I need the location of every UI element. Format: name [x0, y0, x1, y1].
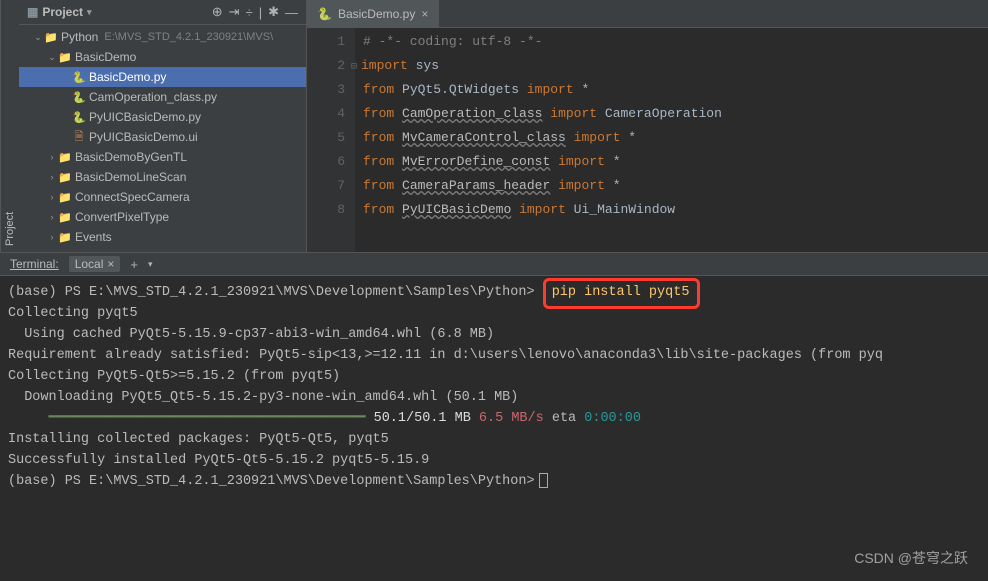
gutter: 12345678	[307, 28, 355, 252]
code-line[interactable]: # -*- coding: utf-8 -*-	[363, 30, 988, 54]
python-icon: 🐍	[71, 91, 87, 104]
tree-item-label: ConnectSpecCamera	[73, 190, 190, 204]
tree-item-label: ConvertPixelType	[73, 210, 169, 224]
chevron-down-icon[interactable]: ⌄	[47, 52, 57, 63]
project-panel-title[interactable]: ▦ Project ▾	[27, 5, 92, 19]
terminal-tab[interactable]: Local ×	[69, 256, 121, 272]
line-number: 5	[307, 126, 345, 150]
tree-item[interactable]: ⌄📁BasicDemo	[19, 47, 306, 67]
tree-item-label: BasicDemoLineScan	[73, 170, 186, 184]
folder-icon: 📁	[57, 171, 73, 184]
add-terminal-icon[interactable]: +	[130, 257, 138, 272]
target-icon[interactable]: ⊕	[212, 4, 223, 20]
tree-item-label: BasicDemo	[73, 50, 136, 64]
chevron-right-icon[interactable]: ›	[47, 192, 57, 202]
tree-item-label: Events	[73, 230, 112, 244]
terminal-title[interactable]: Terminal:	[10, 257, 59, 271]
editor-area: 🐍 BasicDemo.py × 12345678 # -*- coding: …	[307, 0, 988, 252]
folder-icon: 📁	[57, 191, 73, 204]
terminal-body[interactable]: (base) PS E:\MVS_STD_4.2.1_230921\MVS\De…	[0, 276, 988, 581]
code-line[interactable]: from PyQt5.QtWidgets import *	[363, 78, 988, 102]
dropdown-icon: ▾	[87, 7, 92, 18]
terminal-dropdown-icon[interactable]: ▾	[148, 259, 153, 270]
line-number: 2	[307, 54, 345, 78]
highlighted-command: pip install pyqt5	[543, 278, 701, 309]
expand-icon[interactable]: ÷	[246, 5, 253, 20]
collapse-all-icon[interactable]: ⇥	[229, 4, 240, 20]
folder-icon: 📁	[57, 51, 73, 64]
code-line[interactable]: ⊟import sys	[363, 54, 988, 78]
python-icon: 🐍	[71, 71, 87, 84]
tree-item[interactable]: ›📁Events	[19, 227, 306, 247]
code-line[interactable]: from CamOperation_class import CameraOpe…	[363, 102, 988, 126]
tree-item[interactable]: 🐍BasicDemo.py	[19, 67, 306, 87]
terminal-cursor	[539, 473, 548, 488]
editor-tab[interactable]: 🐍 BasicDemo.py ×	[307, 0, 439, 27]
tree-item-label: PyUICBasicDemo.ui	[87, 130, 198, 144]
hide-icon[interactable]: —	[285, 5, 298, 20]
folder-icon: 📁	[57, 231, 73, 244]
code-line[interactable]: from MvErrorDefine_const import *	[363, 150, 988, 174]
tree-item[interactable]: 🗎PyUICBasicDemo.ui	[19, 127, 306, 147]
tree-item[interactable]: 🐍CamOperation_class.py	[19, 87, 306, 107]
code-line[interactable]: from CameraParams_header import *	[363, 174, 988, 198]
line-number: 7	[307, 174, 345, 198]
chevron-down-icon[interactable]: ⌄	[33, 32, 43, 43]
line-number: 4	[307, 102, 345, 126]
line-number: 3	[307, 78, 345, 102]
collapse-region-icon[interactable]: ⊟	[351, 56, 361, 80]
project-panel-header: ▦ Project ▾ ⊕ ⇥ ÷ | ✱ —	[19, 0, 306, 25]
chevron-right-icon[interactable]: ›	[47, 212, 57, 222]
editor-tab-label: BasicDemo.py	[338, 7, 415, 21]
tree-item-label: Python	[59, 30, 98, 44]
folder-icon: 📁	[57, 211, 73, 224]
tree-item[interactable]: ›📁BasicDemoByGenTL	[19, 147, 306, 167]
folder-icon: 📁	[43, 31, 59, 44]
folder-icon: 📁	[57, 151, 73, 164]
tree-item[interactable]: ›📁BasicDemoLineScan	[19, 167, 306, 187]
tree-item-label: CamOperation_class.py	[87, 90, 217, 104]
tree-item-label: BasicDemo.py	[87, 70, 166, 84]
watermark: CSDN @苍穹之跃	[854, 548, 968, 569]
project-panel: ▦ Project ▾ ⊕ ⇥ ÷ | ✱ — ⌄📁PythonE:\MVS_S…	[19, 0, 307, 252]
terminal-header: Terminal: Local × + ▾	[0, 253, 988, 276]
project-tree[interactable]: ⌄📁PythonE:\MVS_STD_4.2.1_230921\MVS\⌄📁Ba…	[19, 25, 306, 252]
close-icon[interactable]: ×	[107, 257, 114, 271]
code-line[interactable]: from MvCameraControl_class import *	[363, 126, 988, 150]
python-icon: 🐍	[71, 111, 87, 124]
tree-item[interactable]: ›📁ConvertPixelType	[19, 207, 306, 227]
tree-item[interactable]: ⌄📁PythonE:\MVS_STD_4.2.1_230921\MVS\	[19, 27, 306, 47]
terminal-panel: Terminal: Local × + ▾ (base) PS E:\MVS_S…	[0, 252, 988, 581]
tree-item-path: E:\MVS_STD_4.2.1_230921\MVS\	[98, 31, 273, 43]
tool-window-tabs[interactable]: Project	[0, 0, 19, 252]
line-number: 6	[307, 150, 345, 174]
line-number: 1	[307, 30, 345, 54]
close-icon[interactable]: ×	[421, 7, 428, 21]
tree-item-label: PyUICBasicDemo.py	[87, 110, 201, 124]
tree-item[interactable]: 🐍PyUICBasicDemo.py	[19, 107, 306, 127]
chevron-right-icon[interactable]: ›	[47, 152, 57, 162]
divider-icon: |	[259, 5, 262, 20]
tree-item-label: BasicDemoByGenTL	[73, 150, 187, 164]
editor-body[interactable]: 12345678 # -*- coding: utf-8 -*-⊟import …	[307, 28, 988, 252]
chevron-right-icon[interactable]: ›	[47, 172, 57, 182]
python-icon: 🐍	[317, 7, 332, 21]
project-tool-tab[interactable]: Project	[4, 212, 16, 246]
project-icon: ▦	[27, 5, 38, 19]
chevron-right-icon[interactable]: ›	[47, 232, 57, 242]
editor-tab-bar: 🐍 BasicDemo.py ×	[307, 0, 988, 28]
ui-icon: 🗎	[71, 128, 87, 147]
line-number: 8	[307, 198, 345, 222]
tree-item[interactable]: ›📁ConnectSpecCamera	[19, 187, 306, 207]
settings-icon[interactable]: ✱	[268, 4, 279, 20]
code-area[interactable]: # -*- coding: utf-8 -*-⊟import sysfrom P…	[355, 28, 988, 252]
code-line[interactable]: from PyUICBasicDemo import Ui_MainWindow	[363, 198, 988, 222]
